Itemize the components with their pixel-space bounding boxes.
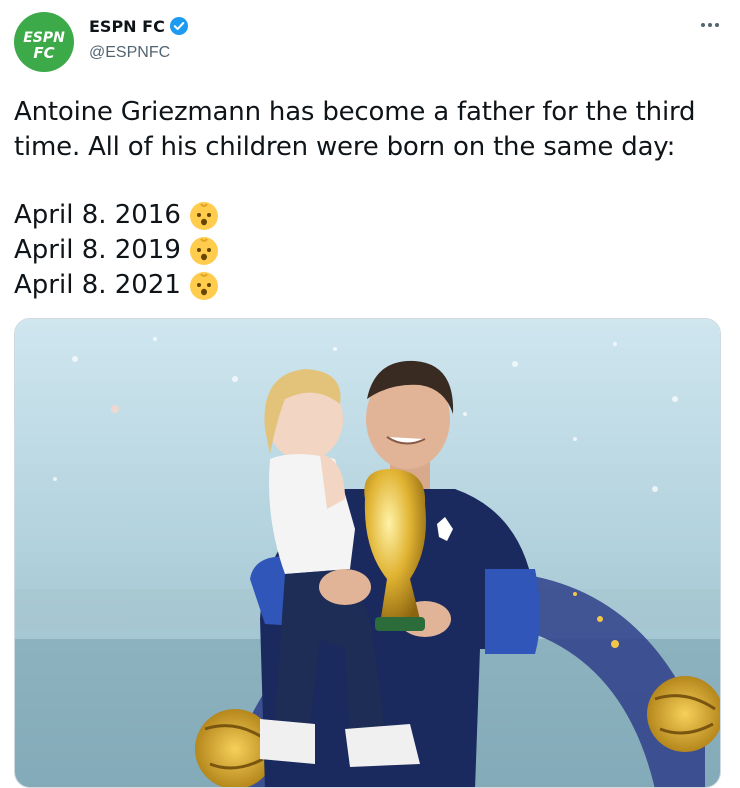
date-line: April 8. 2016 (14, 198, 219, 233)
tweet-text-line-2: time. All of his children were born on t… (14, 132, 676, 162)
date-label: April 8. 2019 (14, 235, 181, 265)
date-line: April 8. 2021 (14, 268, 219, 303)
name-row: ESPN FC (89, 16, 189, 36)
date-line: April 8. 2019 (14, 233, 219, 268)
tweet: ESPN FC ESPN FC @ESPNFC Antoine Griezman… (0, 0, 740, 788)
date-label: April 8. 2021 (14, 270, 181, 300)
display-name[interactable]: ESPN FC (89, 17, 165, 36)
date-label: April 8. 2016 (14, 200, 181, 230)
svg-text:FC: FC (33, 44, 54, 62)
espn-fc-logo: ESPN FC (23, 30, 65, 62)
verified-badge-icon (169, 16, 189, 36)
tweet-text-line-1: Antoine Griezmann has become a father fo… (14, 97, 696, 127)
griezmann-trophy-photo (15, 319, 720, 787)
tweet-photo[interactable] (14, 318, 721, 788)
more-horizontal-icon[interactable] (698, 18, 722, 32)
baby-icon (189, 271, 219, 301)
baby-icon (189, 236, 219, 266)
baby-icon (189, 201, 219, 231)
avatar[interactable]: ESPN FC (14, 12, 74, 72)
handle[interactable]: @ESPNFC (89, 44, 170, 62)
